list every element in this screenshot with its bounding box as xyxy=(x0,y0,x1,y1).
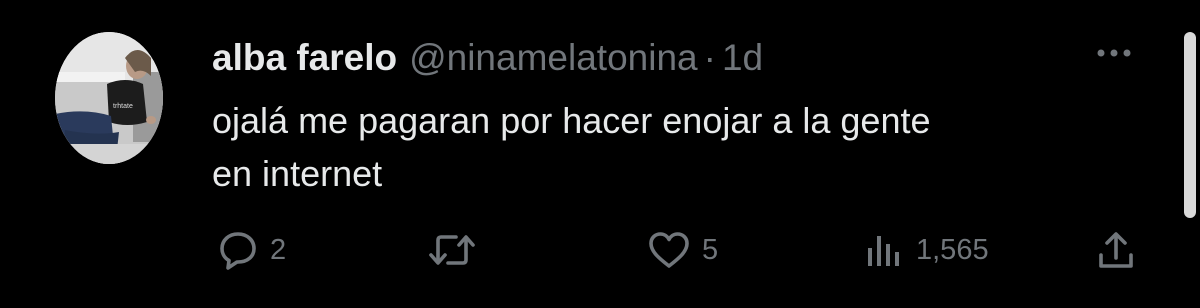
reply-button[interactable]: 2 xyxy=(216,222,286,278)
more-options-button[interactable] xyxy=(1094,36,1134,70)
author-display-name[interactable]: alba farelo xyxy=(212,34,397,82)
retweet-button[interactable] xyxy=(428,222,486,278)
avatar[interactable]: trhtate xyxy=(55,32,163,164)
svg-text:trhtate: trhtate xyxy=(113,103,133,110)
more-icon xyxy=(1097,49,1131,57)
avatar-photo: trhtate xyxy=(55,32,163,164)
views-count: 1,565 xyxy=(916,233,989,266)
author-handle[interactable]: @ninamelatonina xyxy=(409,34,698,82)
header-separator: · xyxy=(703,37,716,78)
tweet-timestamp[interactable]: 1d xyxy=(722,34,763,82)
tweet-card[interactable]: trhtate alba farelo @ninamelatonina · 1d… xyxy=(0,0,1200,308)
tweet-text-line: en internet xyxy=(212,153,383,194)
share-icon xyxy=(1099,232,1133,268)
views-button[interactable]: 1,565 xyxy=(862,222,989,278)
share-button[interactable] xyxy=(1094,222,1148,278)
tweet-header: alba farelo @ninamelatonina · 1d xyxy=(212,34,763,82)
views-icon xyxy=(868,236,899,266)
heart-icon xyxy=(649,232,689,268)
tweet-actions: 2 5 1,565 xyxy=(0,222,1200,278)
tweet-text: ojalá me pagaran por hacer enojar a la g… xyxy=(212,94,1132,200)
like-button[interactable]: 5 xyxy=(646,222,718,278)
scrollbar[interactable] xyxy=(1184,32,1196,218)
like-count: 5 xyxy=(702,233,719,266)
reply-count: 2 xyxy=(270,233,287,266)
retweet-icon xyxy=(429,235,475,265)
reply-icon xyxy=(220,232,256,270)
tweet-text-line: ojalá me pagaran por hacer enojar a la g… xyxy=(212,100,931,141)
